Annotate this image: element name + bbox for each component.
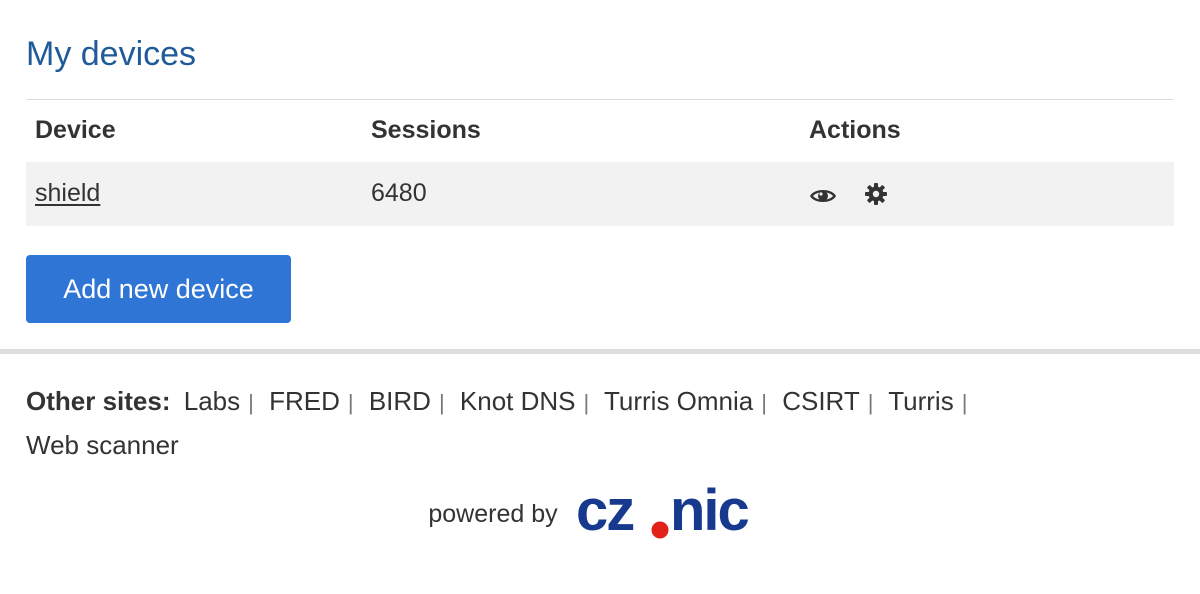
page-title: My devices xyxy=(26,35,197,73)
gear-icon[interactable] xyxy=(864,182,888,206)
column-header-device: Device xyxy=(35,116,116,145)
other-sites-label: Other sites: xyxy=(26,386,171,416)
add-device-button[interactable]: Add new device xyxy=(26,255,291,323)
site-link-labs[interactable]: Labs xyxy=(184,386,240,416)
column-header-sessions: Sessions xyxy=(371,116,481,145)
table-header-row: Device Sessions Actions xyxy=(26,100,1174,162)
page: My devices Device Sessions Actions shiel… xyxy=(0,0,1200,594)
site-link-fred[interactable]: FRED xyxy=(269,386,340,416)
site-link-web-scanner[interactable]: Web scanner xyxy=(26,430,179,460)
powered-by-text: powered by xyxy=(428,499,558,528)
devices-table: Device Sessions Actions shield 6480 xyxy=(26,99,1174,226)
footer-divider xyxy=(0,349,1200,354)
separator: | xyxy=(961,390,968,415)
actions-cell xyxy=(800,162,1174,226)
table-row: shield 6480 xyxy=(26,161,1174,226)
separator: | xyxy=(248,390,254,415)
site-link-knot-dns[interactable]: Knot DNS xyxy=(460,386,576,416)
eye-icon[interactable] xyxy=(809,184,837,204)
site-link-turris-omnia[interactable]: Turris Omnia xyxy=(604,386,753,416)
separator: | xyxy=(867,390,874,415)
column-header-actions: Actions xyxy=(809,116,901,145)
separator: | xyxy=(583,390,590,415)
separator: | xyxy=(438,390,445,415)
powered-by: powered by cz nic xyxy=(0,486,1200,542)
site-link-turris[interactable]: Turris xyxy=(888,386,953,416)
other-sites: Other sites: Labs | FRED | BIRD | Knot DNS |… xyxy=(26,380,1066,467)
cznic-logo[interactable]: cz nic xyxy=(576,486,772,542)
site-link-csirt[interactable]: CSIRT xyxy=(782,386,860,416)
separator: | xyxy=(761,390,767,415)
svg-text:nic: nic xyxy=(670,486,749,542)
device-cell: shield xyxy=(26,162,362,226)
site-link-bird[interactable]: BIRD xyxy=(369,386,431,416)
separator: | xyxy=(347,390,354,415)
svg-text:cz: cz xyxy=(576,486,633,542)
device-link[interactable]: shield xyxy=(35,179,100,207)
sessions-cell: 6480 xyxy=(371,179,427,207)
